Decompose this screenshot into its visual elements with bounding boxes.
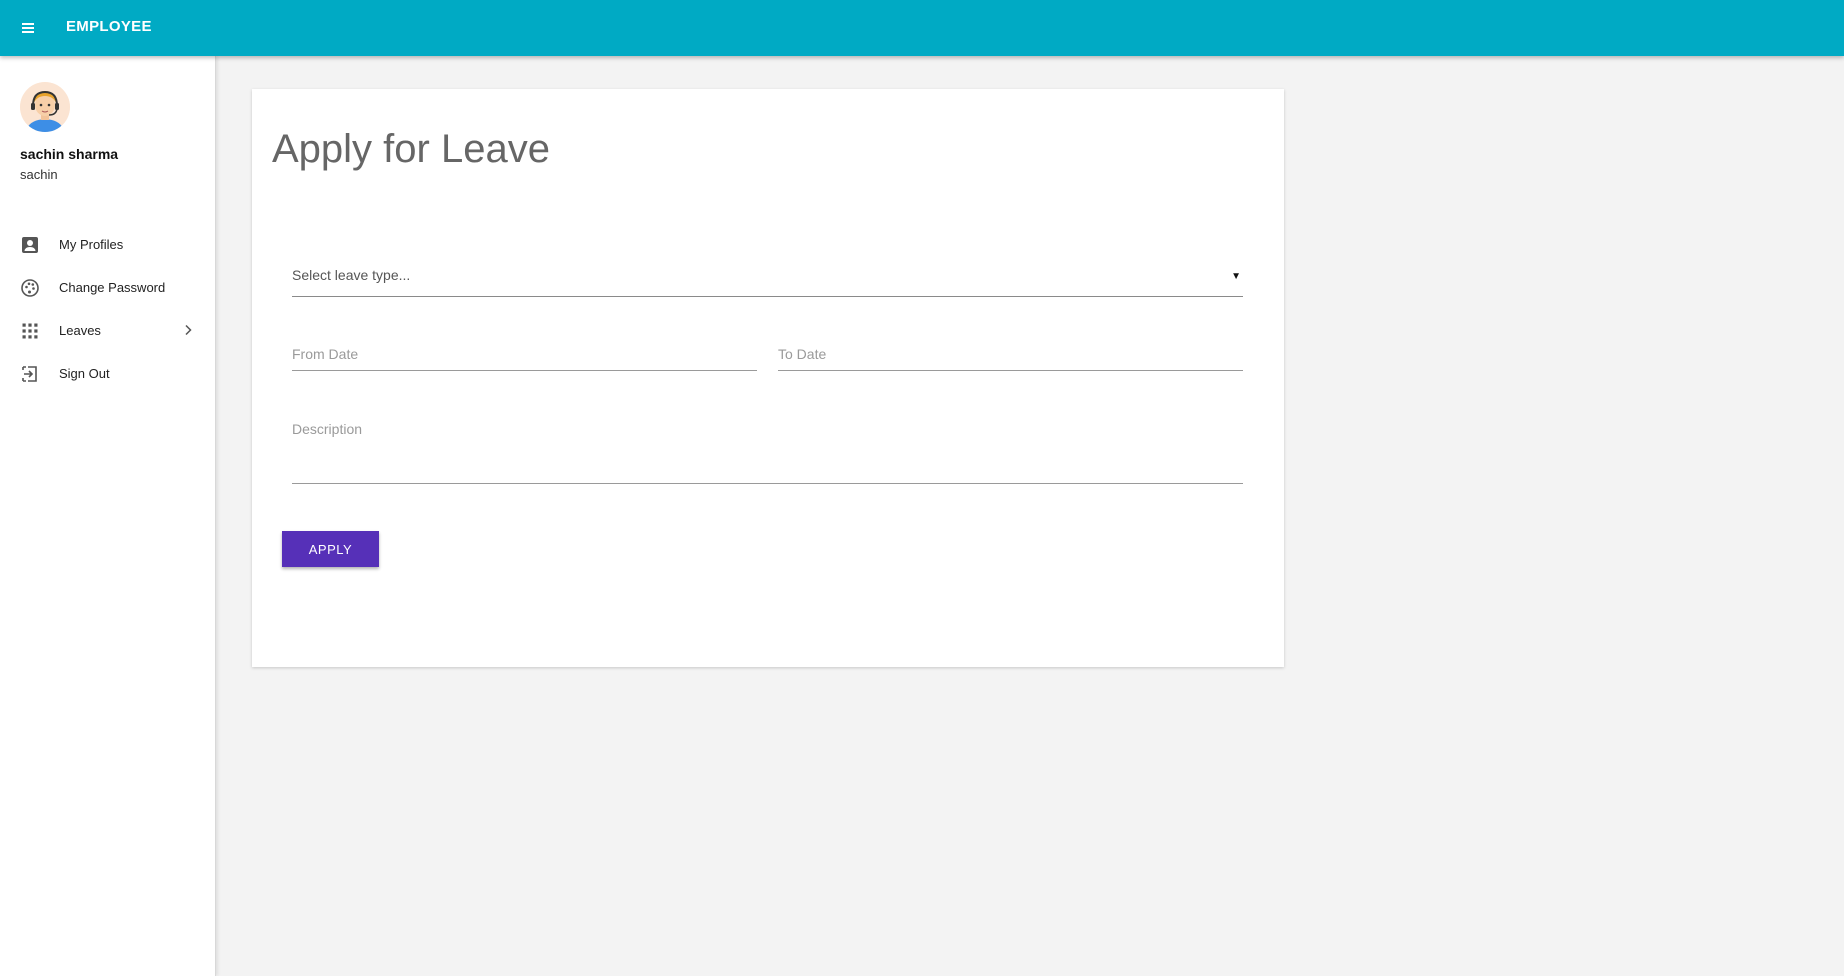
- sidebar-item-sign-out[interactable]: Sign Out: [0, 352, 215, 395]
- sidebar-item-my-profiles[interactable]: My Profiles: [0, 223, 215, 266]
- sidebar-item-label: My Profiles: [59, 237, 124, 252]
- description-placeholder: Description: [292, 421, 363, 437]
- from-date-field[interactable]: From Date: [292, 343, 757, 371]
- app-title: EMPLOYEE: [66, 18, 152, 35]
- hamburger-menu-icon[interactable]: [16, 16, 40, 40]
- sidebar-item-label: Leaves: [59, 323, 101, 338]
- leave-type-placeholder: Select leave type...: [292, 267, 411, 283]
- top-app-bar: EMPLOYEE: [0, 0, 1844, 56]
- user-name: sachin sharma: [20, 146, 119, 162]
- palette-icon: [20, 278, 40, 298]
- user-username: sachin: [20, 167, 58, 182]
- to-date-placeholder: To Date: [778, 346, 827, 362]
- from-date-placeholder: From Date: [292, 346, 359, 362]
- sidebar-item-change-password[interactable]: Change Password: [0, 266, 215, 309]
- chevron-right-icon[interactable]: [180, 322, 196, 338]
- leave-type-select[interactable]: Select leave type... ▼: [292, 259, 1243, 297]
- leave-form-card: Apply for Leave Select leave type... ▼ F…: [252, 89, 1284, 667]
- apply-button[interactable]: APPLY: [282, 531, 379, 567]
- apps-grid-icon: [20, 321, 40, 341]
- sidebar: sachin sharma sachin My Profiles Change …: [0, 56, 216, 976]
- sidebar-item-leaves[interactable]: Leaves: [0, 309, 215, 352]
- dropdown-caret-icon: ▼: [1231, 271, 1241, 282]
- description-field[interactable]: Description: [292, 418, 1243, 484]
- page-title: Apply for Leave: [272, 127, 550, 171]
- sign-out-icon: [20, 364, 40, 384]
- account-box-icon: [20, 235, 40, 255]
- sidebar-item-label: Change Password: [59, 280, 166, 295]
- sidebar-item-label: Sign Out: [59, 366, 110, 381]
- to-date-field[interactable]: To Date: [778, 343, 1243, 371]
- avatar: [20, 82, 70, 132]
